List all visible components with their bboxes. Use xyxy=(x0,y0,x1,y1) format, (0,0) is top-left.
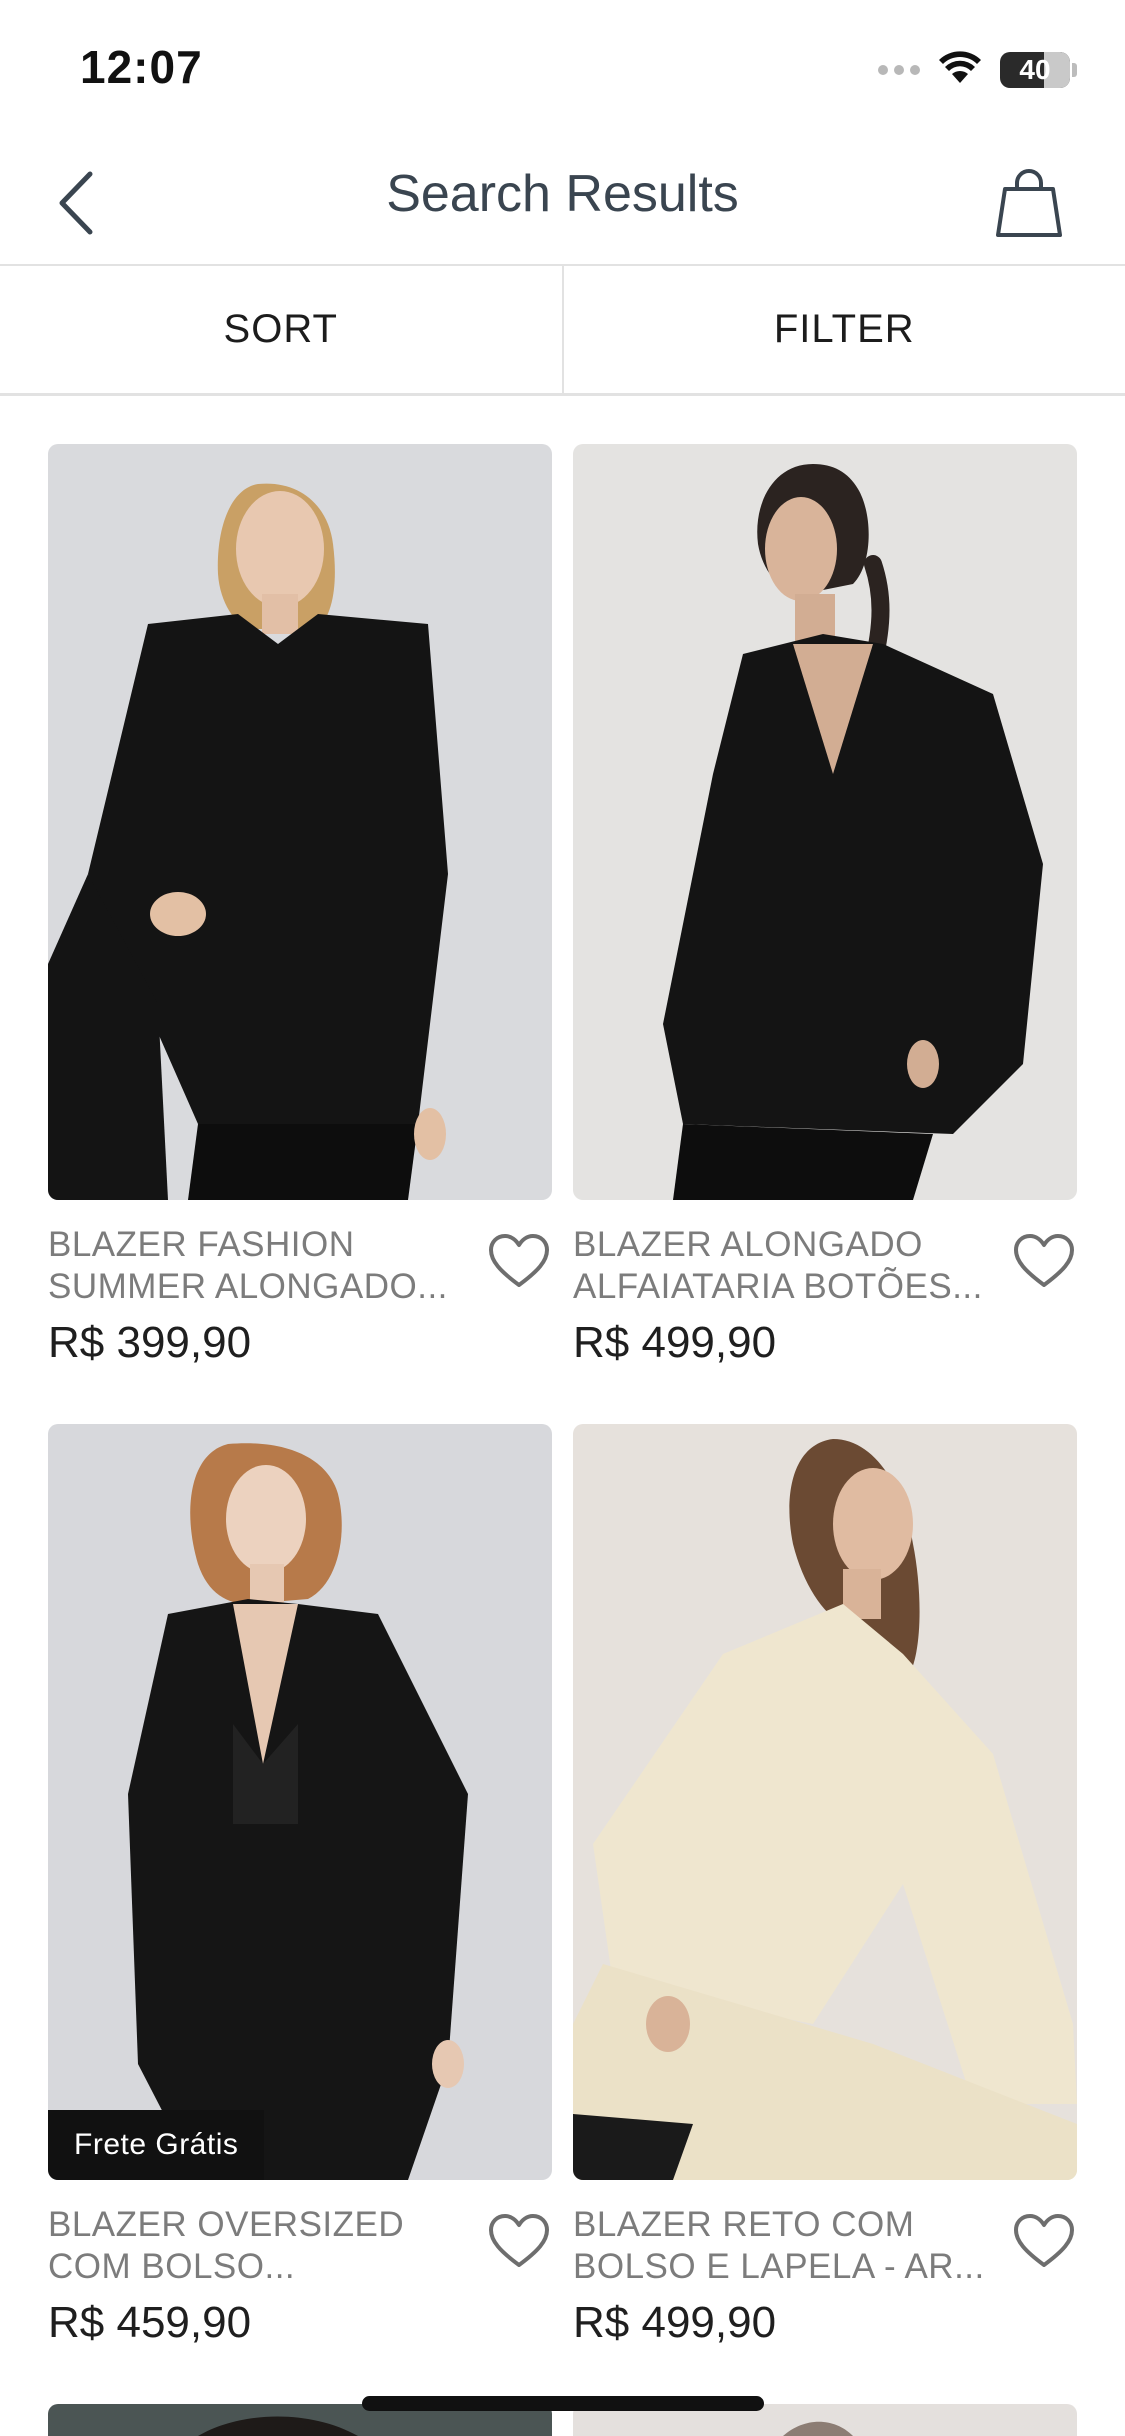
product-price: R$ 499,90 xyxy=(573,1318,777,1367)
product-name-line2: COM BOLSO... xyxy=(48,2247,296,2286)
wishlist-button[interactable] xyxy=(1011,1230,1077,1292)
battery-level: 40 xyxy=(1019,54,1051,85)
page-title: Search Results xyxy=(386,165,739,223)
status-icons: 40 xyxy=(878,48,1077,92)
shopping-bag-button[interactable] xyxy=(989,160,1069,246)
heart-outline-icon xyxy=(489,1234,549,1287)
filter-button[interactable]: FILTER xyxy=(564,266,1125,393)
product-name-line2: BOLSO E LAPELA - AR... xyxy=(573,2247,985,2286)
free-shipping-badge: Frete Grátis xyxy=(48,2110,265,2180)
wishlist-button[interactable] xyxy=(1011,2210,1077,2272)
product-name[interactable]: BLAZER OVERSIZED COM BOLSO... xyxy=(48,2204,468,2288)
product-price: R$ 499,90 xyxy=(573,2298,777,2347)
product-image[interactable]: Frete Grátis xyxy=(48,1424,552,2180)
product-name-line1: BLAZER ALONGADO xyxy=(573,1225,923,1264)
wifi-icon xyxy=(938,50,982,90)
product-image[interactable] xyxy=(48,444,552,1200)
product-name[interactable]: BLAZER ALONGADO ALFAIATARIA BOTÕES... xyxy=(573,1224,993,1308)
wishlist-button[interactable] xyxy=(486,2210,552,2272)
sort-filter-bar: SORT FILTER xyxy=(0,266,1125,396)
product-name-line1: BLAZER RETO COM xyxy=(573,2205,915,2244)
product-price: R$ 399,90 xyxy=(48,1318,252,1367)
product-price: R$ 459,90 xyxy=(48,2298,252,2347)
heart-outline-icon xyxy=(1014,2214,1074,2267)
status-bar: 12:07 40 xyxy=(0,0,1125,140)
product-name-line1: BLAZER OVERSIZED xyxy=(48,2205,405,2244)
heart-outline-icon xyxy=(489,2214,549,2267)
cellular-signal-icon xyxy=(878,65,920,75)
product-name-line2: ALFAIATARIA BOTÕES... xyxy=(573,1267,983,1306)
product-name-line2: SUMMER ALONGADO... xyxy=(48,1267,448,1306)
status-time: 12:07 xyxy=(80,41,203,93)
navigation-bar: Search Results xyxy=(0,140,1125,266)
battery-icon: 40 xyxy=(1000,52,1070,88)
battery-cap xyxy=(1072,63,1077,77)
home-indicator[interactable] xyxy=(362,2396,764,2411)
sort-button[interactable]: SORT xyxy=(0,266,564,393)
wishlist-button[interactable] xyxy=(486,1230,552,1292)
shopping-bag-icon xyxy=(996,169,1062,237)
product-name[interactable]: BLAZER FASHION SUMMER ALONGADO... xyxy=(48,1224,468,1308)
product-image[interactable] xyxy=(573,444,1077,1200)
product-name[interactable]: BLAZER RETO COM BOLSO E LAPELA - AR... xyxy=(573,2204,993,2288)
heart-outline-icon xyxy=(1014,1234,1074,1287)
product-image[interactable] xyxy=(573,1424,1077,2180)
product-name-line1: BLAZER FASHION xyxy=(48,1225,355,1264)
